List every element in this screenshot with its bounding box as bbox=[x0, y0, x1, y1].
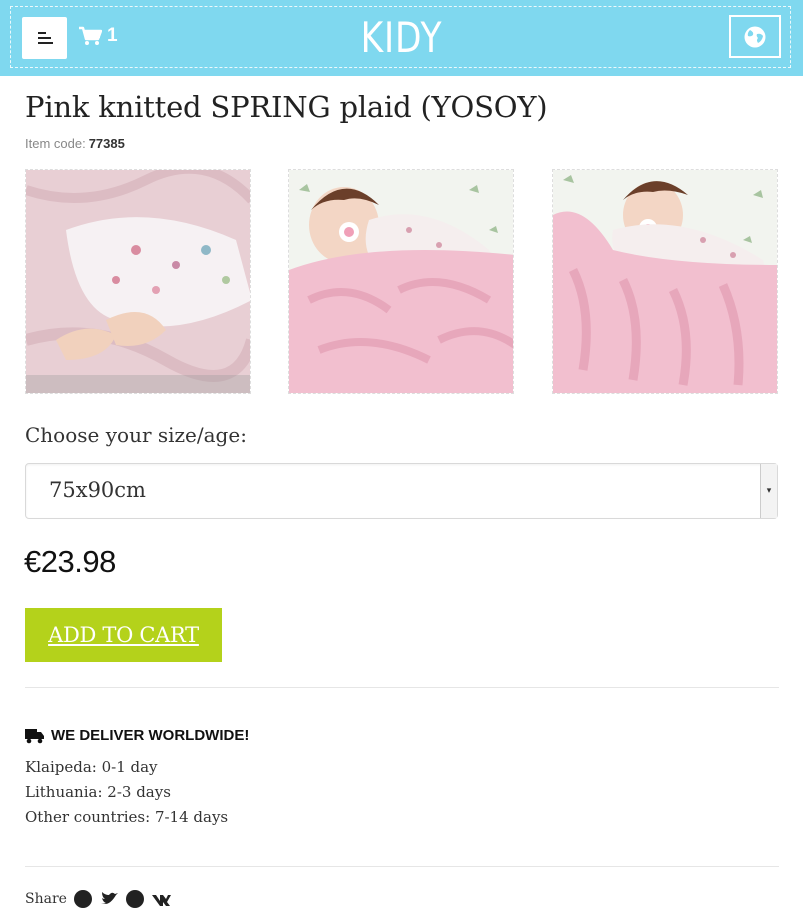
product-image-2[interactable] bbox=[288, 169, 514, 394]
size-label: Choose your size/age: bbox=[25, 423, 247, 447]
divider bbox=[25, 866, 779, 867]
item-code: Item code: 77385 bbox=[25, 136, 125, 151]
site-header: 1 KIDY bbox=[0, 0, 803, 76]
globe-icon bbox=[744, 26, 766, 47]
item-code-label: Item code: bbox=[25, 136, 86, 151]
delivery-line: Lithuania: 2-3 days bbox=[25, 783, 171, 801]
language-button[interactable] bbox=[729, 15, 781, 58]
product-image-3[interactable] bbox=[552, 169, 778, 394]
twitter-icon[interactable] bbox=[99, 889, 119, 909]
product-image-1[interactable] bbox=[25, 169, 251, 394]
product-title: Pink knitted SPRING plaid (YOSOY) bbox=[25, 90, 548, 124]
divider bbox=[25, 687, 779, 688]
vk-icon[interactable] bbox=[151, 889, 171, 909]
delivery-heading-text: WE DELIVER WORLDWIDE! bbox=[51, 727, 250, 744]
delivery-heading: WE DELIVER WORLDWIDE! bbox=[25, 727, 249, 744]
site-logo[interactable]: KIDY bbox=[72, 12, 730, 64]
facebook-icon[interactable] bbox=[73, 889, 93, 909]
product-price: €23.98 bbox=[24, 544, 116, 579]
item-code-value: 77385 bbox=[88, 136, 125, 151]
add-to-cart-button[interactable]: ADD TO CART bbox=[25, 608, 222, 662]
delivery-line: Klaipeda: 0-1 day bbox=[25, 758, 158, 776]
delivery-line: Other countries: 7-14 days bbox=[25, 808, 229, 826]
share-bar: Share bbox=[25, 889, 171, 909]
menu-button[interactable] bbox=[22, 17, 67, 59]
truck-icon bbox=[25, 728, 44, 743]
size-select[interactable]: 75x90cm ▾ bbox=[25, 463, 778, 519]
chevron-down-icon[interactable]: ▾ bbox=[760, 464, 777, 518]
share-label: Share bbox=[25, 891, 67, 907]
pinterest-icon[interactable] bbox=[125, 889, 145, 909]
menu-icon bbox=[37, 32, 53, 44]
size-select-value: 75x90cm bbox=[49, 478, 146, 502]
